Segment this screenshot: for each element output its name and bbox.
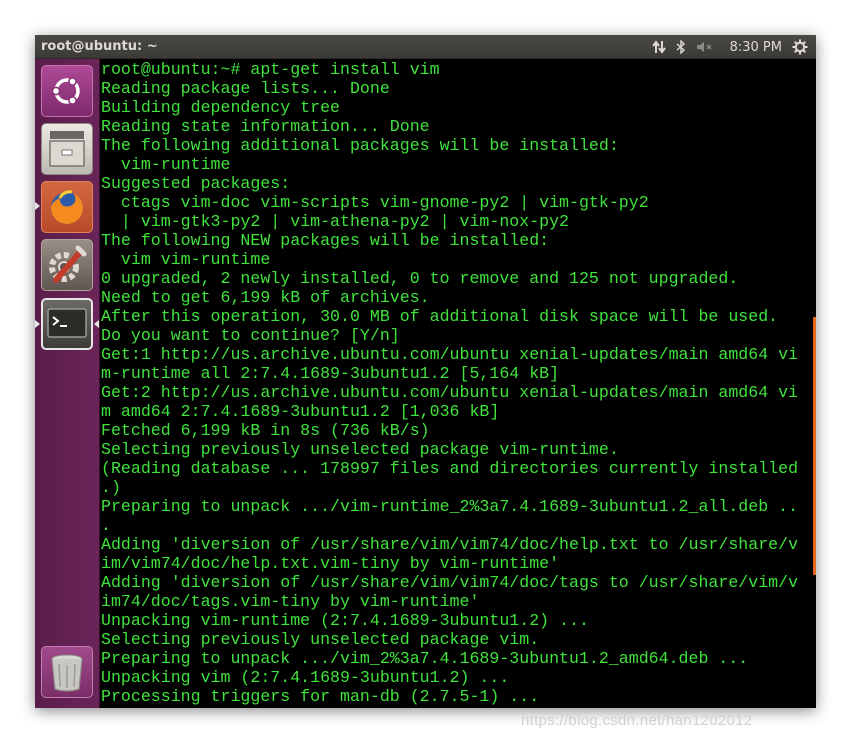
bluetooth-icon[interactable] — [676, 35, 686, 59]
terminal-lines: root@ubuntu:~# apt-get install vim Readin… — [101, 60, 798, 706]
terminal-line: m-runtime all 2:7.4.1689-3ubuntu1.2 [5,1… — [101, 364, 560, 383]
terminal-scrollbar[interactable] — [813, 317, 816, 575]
terminal-line: Unpacking vim-runtime (2:7.4.1689-3ubunt… — [101, 611, 589, 630]
terminal-line: vim vim-runtime — [101, 250, 271, 269]
desktop-window: root@ubuntu: ~ 8:30 PM root@ubuntu:~# ap… — [35, 35, 816, 708]
network-transfer-icon[interactable] — [651, 35, 666, 59]
terminal-line: Processing triggers for man-db (2.7.5-1)… — [101, 687, 540, 706]
terminal-line: Suggested packages: — [101, 174, 291, 193]
window-title: root@ubuntu: ~ — [41, 39, 158, 54]
terminal-active-indicator — [94, 320, 99, 328]
terminal-line: Selecting previously unselected package … — [101, 630, 540, 649]
files-icon — [49, 131, 85, 167]
terminal-line: | vim-gtk3-py2 | vim-athena-py2 | vim-no… — [101, 212, 570, 231]
terminal-line: im/vim74/doc/help.txt.vim-tiny by vim-ru… — [101, 554, 560, 573]
launcher — [35, 59, 100, 708]
terminal-line: The following additional packages will b… — [101, 136, 619, 155]
terminal-button[interactable] — [41, 298, 93, 350]
terminal-line: Reading state information... Done — [101, 117, 430, 136]
terminal-line: Get:2 http://us.archive.ubuntu.com/ubunt… — [101, 383, 799, 402]
terminal-line: . — [101, 516, 111, 535]
top-panel: root@ubuntu: ~ 8:30 PM — [35, 35, 816, 59]
terminal-line: Need to get 6,199 kB of archives. — [101, 288, 430, 307]
terminal-line: Preparing to unpack .../vim-runtime_2%3a… — [101, 497, 799, 516]
terminal-line: .) — [101, 478, 121, 497]
gear-icon[interactable] — [792, 35, 808, 59]
terminal-line: The following NEW packages will be insta… — [101, 231, 550, 250]
terminal-line: vim-runtime — [101, 155, 231, 174]
firefox-button[interactable] — [41, 181, 93, 233]
volume-muted-icon[interactable] — [696, 35, 714, 59]
terminal-line: im74/doc/tags.vim-tiny by vim-runtime' — [101, 592, 480, 611]
terminal-line: After this operation, 30.0 MB of additio… — [101, 307, 779, 326]
terminal-line: Adding 'diversion of /usr/share/vim/vim7… — [101, 535, 799, 554]
ubuntu-dash-icon — [51, 77, 80, 105]
system-settings-button[interactable] — [41, 239, 93, 291]
terminal-line: Adding 'diversion of /usr/share/vim/vim7… — [101, 573, 799, 592]
terminal-line: Do you want to continue? [Y/n] — [101, 326, 400, 345]
terminal-line: (Reading database ... 178997 files and d… — [101, 459, 799, 478]
ubuntu-dash-button[interactable] — [41, 65, 93, 117]
files-button[interactable] — [41, 123, 93, 175]
terminal-line: m amd64 2:7.4.1689-3ubuntu1.2 [1,036 kB] — [101, 402, 500, 421]
terminal-line: Building dependency tree — [101, 98, 340, 117]
trash-button[interactable] — [41, 646, 93, 698]
system-settings-icon — [49, 245, 87, 283]
terminal-line: Preparing to unpack .../vim_2%3a7.4.1689… — [101, 649, 749, 668]
system-tray: 8:30 PM — [642, 35, 808, 59]
firefox-running-indicator — [35, 202, 40, 210]
terminal-icon — [47, 308, 87, 338]
terminal-line: Selecting previously unselected package … — [101, 440, 619, 459]
terminal-line: Fetched 6,199 kB in 8s (736 kB/s) — [101, 421, 430, 440]
terminal-output[interactable]: root@ubuntu:~# apt-get install vim Readin… — [100, 59, 816, 708]
clock[interactable]: 8:30 PM — [730, 40, 782, 55]
firefox-icon — [51, 190, 83, 224]
terminal-running-indicator — [35, 320, 40, 328]
terminal-line: Unpacking vim (2:7.4.1689-3ubuntu1.2) ..… — [101, 668, 510, 687]
watermark: https://blog.csdn.net/han1202012 — [521, 712, 753, 729]
terminal-line: 0 upgraded, 2 newly installed, 0 to remo… — [101, 269, 739, 288]
terminal-line: root@ubuntu:~# apt-get install vim — [101, 60, 440, 79]
terminal-line: Get:1 http://us.archive.ubuntu.com/ubunt… — [101, 345, 799, 364]
terminal-line: ctags vim-doc vim-scripts vim-gnome-py2 … — [101, 193, 649, 212]
terminal-line: Reading package lists... Done — [101, 79, 390, 98]
trash-icon — [51, 654, 83, 692]
